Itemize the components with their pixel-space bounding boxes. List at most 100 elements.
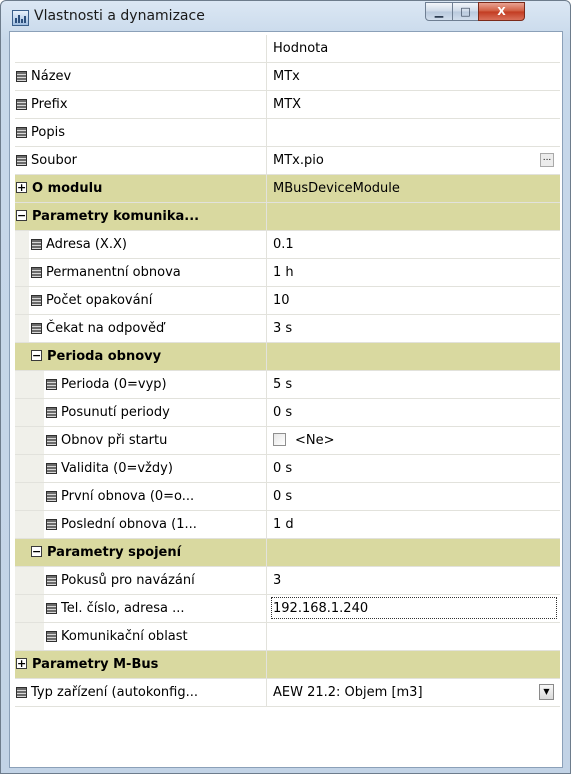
header-value-cell: Hodnota [267,35,560,62]
property-icon [46,435,57,446]
category-name: Parametry spojení [47,545,182,560]
collapse-icon[interactable]: − [31,350,42,361]
property-value-editor[interactable]: 192.168.1.240 [273,601,368,616]
indent-gutter [15,287,29,314]
property-icon [46,603,57,614]
property-value[interactable]: 0 s [273,461,292,476]
indent-gutter [15,455,44,482]
property-icon [16,99,27,110]
property-value[interactable]: 0 s [273,489,292,504]
property-value[interactable]: MTx.pio [273,153,324,168]
property-icon [46,463,57,474]
indent-gutter [15,231,29,258]
grid-header: Hodnota [15,35,560,63]
property-row-pocet-opakovani[interactable]: Počet opakování 10 [15,287,560,315]
category-row-o-modulu[interactable]: + O modulu MBusDeviceModule [15,175,560,203]
property-row-prvni-obnova[interactable]: První obnova (0=o... 0 s [15,483,560,511]
header-name-cell [15,35,267,62]
property-icon [16,155,27,166]
property-value[interactable]: 3 [273,573,281,588]
property-row-soubor[interactable]: Soubor MTx.pio... [15,147,560,175]
minimize-button[interactable]: ▁ [425,2,453,21]
property-value[interactable]: 0 s [273,405,292,420]
property-row-pokusu-pro-navazani[interactable]: Pokusů pro navázání 3 [15,567,560,595]
maximize-button[interactable]: □ [452,2,479,21]
property-name: První obnova (0=o... [61,489,195,504]
property-icon [46,575,57,586]
property-value[interactable]: AEW 21.2: Objem [m3] [273,685,423,700]
property-row-obnov-pri-startu[interactable]: Obnov při startu <Ne> [15,427,560,455]
property-row-perioda[interactable]: Perioda (0=vyp) 5 s [15,371,560,399]
indent-gutter [15,595,44,622]
browse-ellipsis-button[interactable]: ... [540,153,554,167]
property-row-adresa[interactable]: Adresa (X.X) 0.1 [15,231,560,259]
category-row-perioda-obnovy[interactable]: − Perioda obnovy [15,343,560,371]
property-row-cekat-na-odpoved[interactable]: Čekat na odpověď 3 s [15,315,560,343]
dropdown-arrow-icon[interactable]: ▼ [539,684,554,700]
property-value[interactable]: 1 h [273,265,294,280]
expand-icon[interactable]: + [16,658,27,669]
property-icon [46,631,57,642]
property-row-typ-zarizeni[interactable]: Typ zařízení (autokonfig... AEW 21.2: Ob… [15,679,560,707]
collapse-icon[interactable]: − [16,210,27,221]
category-name: Parametry komunika... [32,209,200,224]
property-name: Prefix [31,97,68,112]
property-icon [46,519,57,530]
property-value: <Ne> [295,433,335,448]
property-row-nazev[interactable]: Název MTx [15,63,560,91]
close-icon: X [497,5,506,18]
property-row-validita[interactable]: Validita (0=vždy) 0 s [15,455,560,483]
property-row-tel-cislo-adresa[interactable]: Tel. číslo, adresa ... 192.168.1.240 [15,595,560,623]
property-name: Validita (0=vždy) [61,461,173,476]
property-icon [16,687,27,698]
collapse-icon[interactable]: − [31,546,42,557]
indent-gutter [15,427,44,454]
property-name: Popis [31,125,65,140]
indent-gutter [15,343,29,370]
indent-gutter [15,483,44,510]
category-row-parametry-komunikace[interactable]: − Parametry komunika... [15,203,560,231]
indent-gutter [15,539,29,566]
property-row-posledni-obnova[interactable]: Poslední obnova (1... 1 d [15,511,560,539]
restart-checkbox[interactable] [273,433,286,446]
property-icon [31,239,42,250]
property-name: Typ zařízení (autokonfig... [31,685,198,700]
property-value[interactable]: 3 s [273,321,292,336]
property-value[interactable]: 0.1 [273,237,294,252]
property-icon [46,491,57,502]
title-bar[interactable]: Vlastnosti a dynamizace ▁ □ X [1,1,570,31]
property-value[interactable]: MTX [273,97,301,112]
property-row-permanentni-obnova[interactable]: Permanentní obnova 1 h [15,259,560,287]
property-name: Pokusů pro navázání [61,573,195,588]
property-value[interactable]: 10 [273,293,290,308]
category-row-parametry-m-bus[interactable]: + Parametry M-Bus [15,651,560,679]
property-value[interactable]: 1 d [273,517,294,532]
property-name: Adresa (X.X) [46,237,127,252]
property-row-posunuti-periody[interactable]: Posunutí periody 0 s [15,399,560,427]
property-row-komunikacni-oblast[interactable]: Komunikační oblast [15,623,560,651]
indent-gutter [15,399,44,426]
property-icon [46,379,57,390]
close-button[interactable]: X [478,2,525,21]
property-row-prefix[interactable]: Prefix MTX [15,91,560,119]
indent-gutter [15,315,29,342]
expand-icon[interactable]: + [16,182,27,193]
property-name: Permanentní obnova [46,265,181,280]
property-name: Tel. číslo, adresa ... [61,601,185,616]
property-row-popis[interactable]: Popis [15,119,560,147]
property-value[interactable]: 5 s [273,377,292,392]
property-icon [46,407,57,418]
property-name: Počet opakování [46,293,153,308]
property-name: Obnov při startu [61,433,168,448]
window-title: Vlastnosti a dynamizace [34,8,205,24]
indent-gutter [15,259,29,286]
property-name: Perioda (0=vyp) [61,377,167,392]
property-name: Komunikační oblast [61,629,188,644]
category-name: Perioda obnovy [47,349,162,364]
property-name: Čekat na odpověď [46,321,165,336]
property-value[interactable]: MTx [273,69,300,84]
property-name: Název [31,69,72,84]
indent-gutter [15,623,44,650]
property-name: Posunutí periody [61,405,170,420]
category-row-parametry-spojeni[interactable]: − Parametry spojení [15,539,560,567]
